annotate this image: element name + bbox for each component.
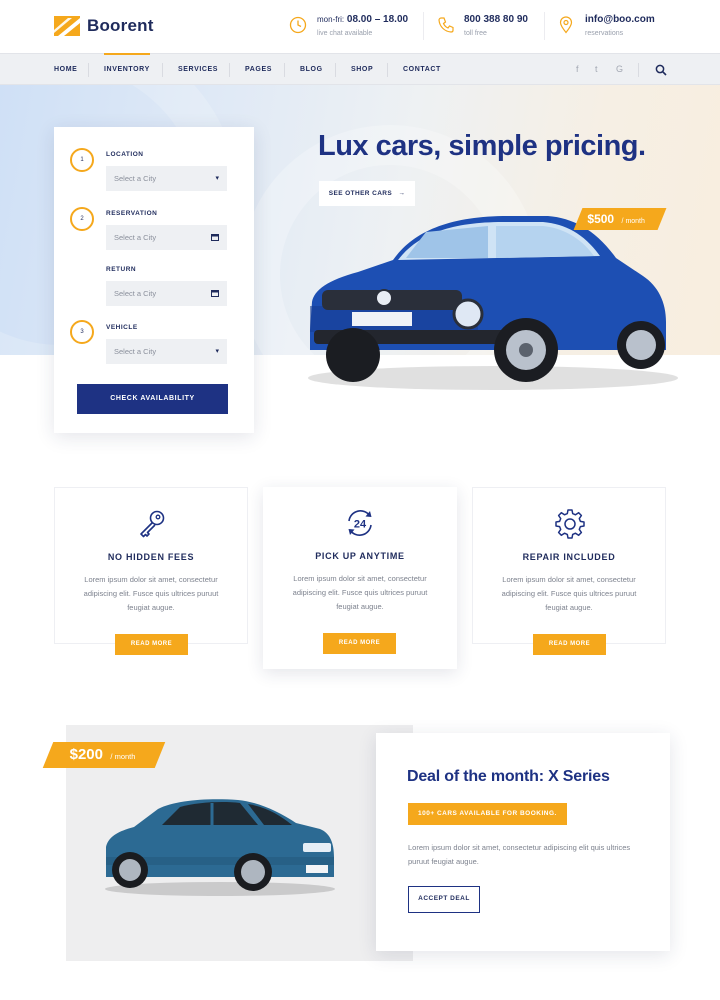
deal-card: Deal of the month: X Series 100+ CARS AV… (376, 733, 670, 951)
reservation-date-field[interactable]: Select a City (106, 225, 227, 250)
nav-divider (638, 63, 639, 77)
deal-title: Deal of the month: X Series (407, 768, 610, 785)
top-header: Boorent mon-fri: 08.00 – 18.00 live chat… (0, 0, 720, 53)
calendar-icon (211, 290, 219, 297)
location-label: LOCATION (106, 151, 144, 158)
see-other-cars-label: SEE OTHER CARS (328, 190, 393, 197)
deal-description: Lorem ipsum dolor sit amet, consectetur … (408, 843, 631, 866)
see-other-cars-button[interactable]: SEE OTHER CARS → (319, 181, 415, 206)
nav-divider (284, 63, 285, 77)
reservation-label: RESERVATION (106, 210, 158, 217)
feature-title: PICK UP ANYTIME (315, 551, 405, 561)
accept-deal-button[interactable]: ACCEPT DEAL (408, 886, 480, 913)
svg-text:24: 24 (354, 519, 367, 531)
return-value: Select a City (114, 289, 157, 298)
hours-text: mon-fri: 08.00 – 18.00 (317, 14, 408, 25)
nav-item-blog[interactable]: BLOG (300, 54, 323, 86)
check-availability-button[interactable]: CHECK AVAILABILITY (77, 384, 228, 414)
hero-price-period: / month (621, 218, 645, 225)
arrow-right-icon: → (398, 190, 406, 197)
vehicle-label: VEHICLE (106, 324, 138, 331)
deal-car-image (105, 799, 335, 896)
24-hours-icon: 24 (348, 510, 372, 536)
google-icon[interactable]: G (616, 64, 623, 74)
email-sub: reservations (585, 30, 624, 37)
nav-item-services[interactable]: SERVICES (178, 54, 218, 86)
gear-icon (555, 509, 585, 539)
nav-divider (162, 63, 163, 77)
hero-car-image (308, 216, 678, 390)
deal-price-tag: $200 / month (42, 742, 166, 768)
feature-title: REPAIR INCLUDED (522, 552, 616, 562)
location-select[interactable]: Select a City ▾ (106, 166, 227, 191)
main-nav: HOME INVENTORY SERVICES PAGES BLOG SHOP … (0, 53, 720, 85)
caret-down-icon: ▾ (215, 348, 219, 355)
logo-icon[interactable] (54, 16, 80, 36)
vehicle-value: Select a City (114, 347, 157, 356)
calendar-icon (211, 234, 219, 241)
phone-number[interactable]: 800 388 80 90 (464, 14, 528, 25)
nav-item-inventory[interactable]: INVENTORY (104, 53, 150, 86)
nav-item-home[interactable]: HOME (54, 54, 77, 86)
feature-card-repair-included: REPAIR INCLUDED Lorem ipsum dolor sit am… (472, 487, 666, 655)
nav-divider (387, 63, 388, 77)
hero-price: $500 (587, 212, 615, 226)
facebook-icon[interactable]: f (576, 64, 579, 74)
vehicle-select[interactable]: Select a City ▾ (106, 339, 227, 364)
step-3-badge: 3 (70, 320, 94, 344)
divider (544, 12, 545, 40)
read-more-button[interactable]: READ MORE (115, 634, 188, 655)
twitter-icon[interactable]: t (595, 64, 598, 74)
deal-price-period: / month (110, 752, 136, 761)
email-address[interactable]: info@boo.com (585, 14, 655, 25)
feature-text: Lorem ipsum dolor sit amet, consectetur … (83, 575, 219, 612)
nav-item-shop[interactable]: SHOP (351, 54, 373, 86)
deal-availability-badge: 100+ CARS AVAILABLE FOR BOOKING. (408, 803, 567, 825)
search-icon[interactable] (655, 64, 667, 76)
location-value: Select a City (114, 174, 157, 183)
nav-divider (229, 63, 230, 77)
read-more-button[interactable]: READ MORE (533, 634, 606, 655)
divider (423, 12, 424, 40)
brand-name[interactable]: Boorent (87, 16, 154, 36)
feature-title: NO HIDDEN FEES (107, 552, 195, 562)
return-date-field[interactable]: Select a City (106, 281, 227, 306)
nav-divider (88, 63, 89, 77)
hours-sub: live chat available (317, 30, 373, 37)
return-label: RETURN (106, 266, 137, 273)
read-more-button[interactable]: READ MORE (323, 633, 396, 654)
feature-card-no-hidden-fees: NO HIDDEN FEES Lorem ipsum dolor sit ame… (54, 487, 248, 655)
phone-icon (438, 17, 454, 33)
reservation-value: Select a City (114, 233, 157, 242)
clock-icon (289, 16, 307, 34)
feature-card-pick-up-anytime: 24 PICK UP ANYTIME Lorem ipsum dolor sit… (263, 487, 457, 669)
hero-price-tag: $500 / month (573, 208, 667, 230)
deal-price: $200 (69, 746, 103, 763)
hero-title: Lux cars, simple pricing. (318, 130, 646, 162)
step-2-badge: 2 (70, 207, 94, 231)
hours-value: 08.00 – 18.00 (346, 14, 409, 25)
caret-down-icon: ▾ (215, 175, 219, 182)
hours-label: mon-fri: (317, 15, 345, 24)
feature-text: Lorem ipsum dolor sit amet, consectetur … (292, 574, 428, 611)
key-icon (140, 510, 165, 538)
nav-item-contact[interactable]: CONTACT (403, 54, 441, 86)
nav-divider (335, 63, 336, 77)
feature-text: Lorem ipsum dolor sit amet, consectetur … (501, 575, 637, 612)
phone-sub: toll free (464, 30, 487, 37)
location-pin-icon (559, 16, 573, 34)
nav-item-pages[interactable]: PAGES (245, 54, 272, 86)
step-1-badge: 1 (70, 148, 94, 172)
